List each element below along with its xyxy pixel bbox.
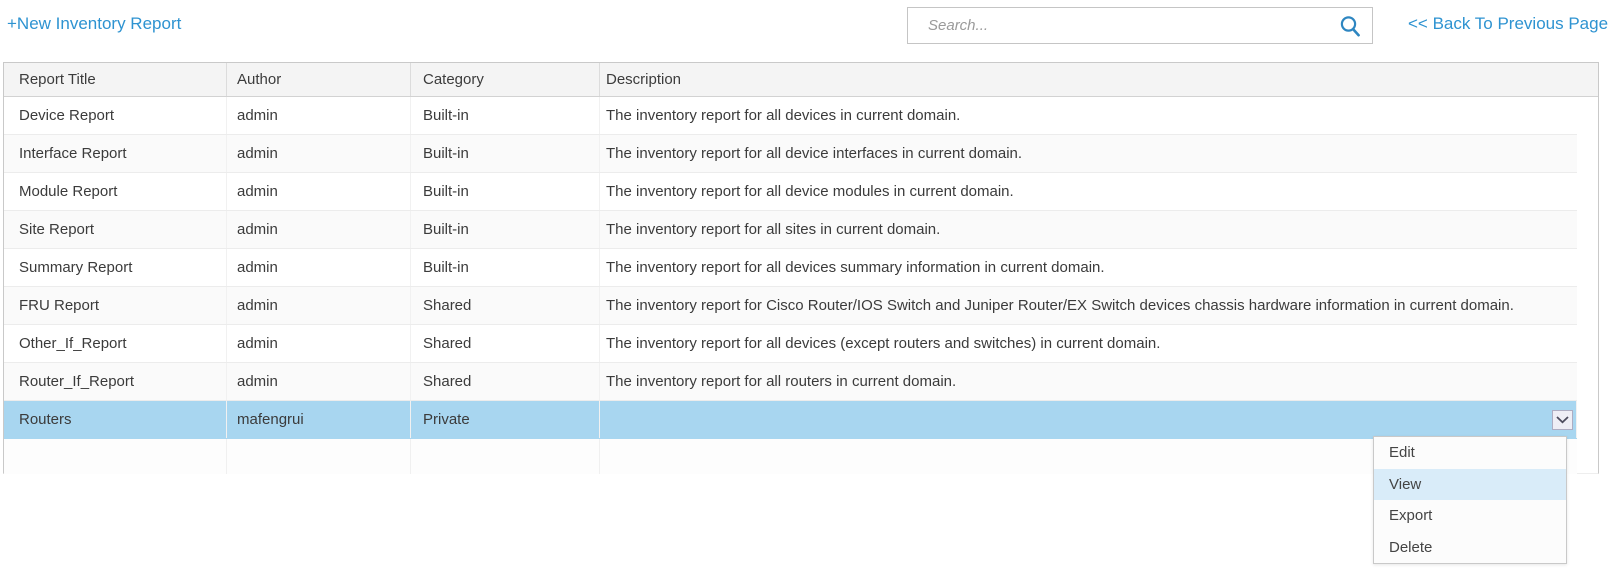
cell-author: admin xyxy=(227,173,411,210)
cell-report-title: Routers xyxy=(4,401,227,438)
cell-category: Built-in xyxy=(411,211,600,248)
table-row[interactable]: Router_If_Report admin Shared The invent… xyxy=(4,363,1577,401)
chevron-down-icon xyxy=(1556,416,1569,424)
cell-author: admin xyxy=(227,363,411,400)
cell-report-title: Router_If_Report xyxy=(4,363,227,400)
cell-report-title: FRU Report xyxy=(4,287,227,324)
cell-description: The inventory report for all routers in … xyxy=(600,363,1577,400)
cell-category: Built-in xyxy=(411,173,600,210)
cell-author: admin xyxy=(227,97,411,134)
table-row[interactable]: Device Report admin Built-in The invento… xyxy=(4,97,1577,135)
column-header-author[interactable]: Author xyxy=(227,63,411,96)
cell-category: Private xyxy=(411,401,600,438)
cell-description: The inventory report for all devices (ex… xyxy=(600,325,1577,362)
cell-author: admin xyxy=(227,325,411,362)
cell-description: The inventory report for all device inte… xyxy=(600,135,1577,172)
cell-description: The inventory report for all device modu… xyxy=(600,173,1577,210)
cell-report-title: Device Report xyxy=(4,97,227,134)
cell-description: The inventory report for all sites in cu… xyxy=(600,211,1577,248)
context-menu-item-export[interactable]: Export xyxy=(1374,500,1566,532)
cell-author: admin xyxy=(227,211,411,248)
table-row[interactable]: Interface Report admin Built-in The inve… xyxy=(4,135,1577,173)
table-row[interactable]: Module Report admin Built-in The invento… xyxy=(4,173,1577,211)
cell-description xyxy=(600,401,1577,438)
cell-category: Built-in xyxy=(411,97,600,134)
search-input[interactable] xyxy=(908,8,1372,43)
table-row[interactable]: Summary Report admin Built-in The invent… xyxy=(4,249,1577,287)
cell-report-title: Module Report xyxy=(4,173,227,210)
context-menu-item-delete[interactable]: Delete xyxy=(1374,532,1566,564)
table-empty-row xyxy=(4,439,1577,474)
table-row-selected[interactable]: Routers mafengrui Private xyxy=(4,401,1577,439)
search-box xyxy=(907,7,1373,44)
table-body: Device Report admin Built-in The invento… xyxy=(4,97,1577,439)
cell-description: The inventory report for all devices in … xyxy=(600,97,1577,134)
cell-category: Shared xyxy=(411,363,600,400)
cell-report-title: Site Report xyxy=(4,211,227,248)
cell-category: Shared xyxy=(411,325,600,362)
cell-author: admin xyxy=(227,249,411,286)
cell-category: Shared xyxy=(411,287,600,324)
row-context-menu: EditViewExportDelete xyxy=(1373,436,1567,564)
back-to-previous-page-link[interactable]: << Back To Previous Page xyxy=(1408,14,1608,34)
cell-category: Built-in xyxy=(411,249,600,286)
table-row[interactable]: Site Report admin Built-in The inventory… xyxy=(4,211,1577,249)
cell-description: The inventory report for all devices sum… xyxy=(600,249,1577,286)
column-header-category[interactable]: Category xyxy=(411,63,600,96)
table-row[interactable]: FRU Report admin Shared The inventory re… xyxy=(4,287,1577,325)
cell-description: The inventory report for Cisco Router/IO… xyxy=(600,287,1577,324)
cell-category: Built-in xyxy=(411,135,600,172)
column-header-description[interactable]: Description xyxy=(600,63,1598,96)
cell-author: admin xyxy=(227,135,411,172)
column-header-report-title[interactable]: Report Title xyxy=(4,63,227,96)
cell-author: mafengrui xyxy=(227,401,411,438)
row-actions-dropdown-button[interactable] xyxy=(1552,410,1573,430)
cell-report-title: Other_If_Report xyxy=(4,325,227,362)
cell-report-title: Interface Report xyxy=(4,135,227,172)
search-icon[interactable] xyxy=(1338,14,1362,38)
context-menu-item-edit[interactable]: Edit xyxy=(1374,437,1566,469)
cell-author: admin xyxy=(227,287,411,324)
cell-report-title: Summary Report xyxy=(4,249,227,286)
new-inventory-report-link[interactable]: +New Inventory Report xyxy=(7,14,181,34)
inventory-report-table: Report Title Author Category Description… xyxy=(3,62,1599,474)
table-header-row: Report Title Author Category Description xyxy=(4,63,1598,97)
table-row[interactable]: Other_If_Report admin Shared The invento… xyxy=(4,325,1577,363)
context-menu-item-view[interactable]: View xyxy=(1374,469,1566,501)
